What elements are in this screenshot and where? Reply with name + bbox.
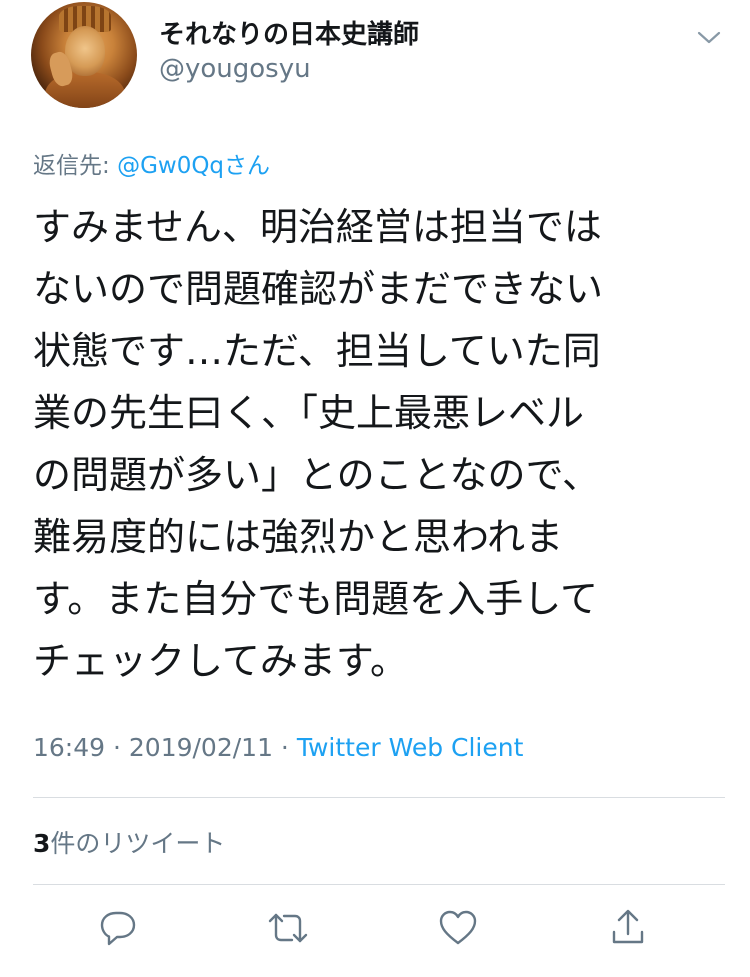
avatar[interactable] xyxy=(31,2,137,108)
user-handle[interactable]: @yougosyu xyxy=(159,54,311,84)
retweet-count: 3 xyxy=(33,829,51,858)
reply-mention-link[interactable]: @Gw0Qqさん xyxy=(117,153,270,179)
display-name[interactable]: それなりの日本史講師 xyxy=(159,14,419,51)
divider xyxy=(33,884,725,885)
retweet-icon[interactable] xyxy=(266,906,310,950)
retweet-count-label: 件のリツイート xyxy=(50,829,226,858)
meta-separator: · xyxy=(272,733,297,762)
retweet-count-link[interactable]: 3件のリツイート xyxy=(33,824,225,860)
tweet-text: すみません、明治経営は担当では ないので問題確認がまだできない 状態です…ただ、… xyxy=(33,205,604,683)
tweet-meta: 16:49 · 2019/02/11 · Twitter Web Client xyxy=(33,733,523,762)
tweet-date[interactable]: 2019/02/11 xyxy=(129,733,273,762)
reply-prefix: 返信先: xyxy=(33,153,118,179)
chevron-down-icon[interactable] xyxy=(694,22,724,52)
meta-separator: · xyxy=(105,733,129,762)
reply-context: 返信先: @Gw0Qqさん xyxy=(33,146,270,180)
reply-icon[interactable] xyxy=(96,906,140,950)
tweet-client-link[interactable]: Twitter Web Client xyxy=(297,733,524,762)
share-icon[interactable] xyxy=(606,906,650,950)
divider xyxy=(33,797,725,798)
tweet-time[interactable]: 16:49 xyxy=(33,733,105,762)
like-icon[interactable] xyxy=(436,906,480,950)
